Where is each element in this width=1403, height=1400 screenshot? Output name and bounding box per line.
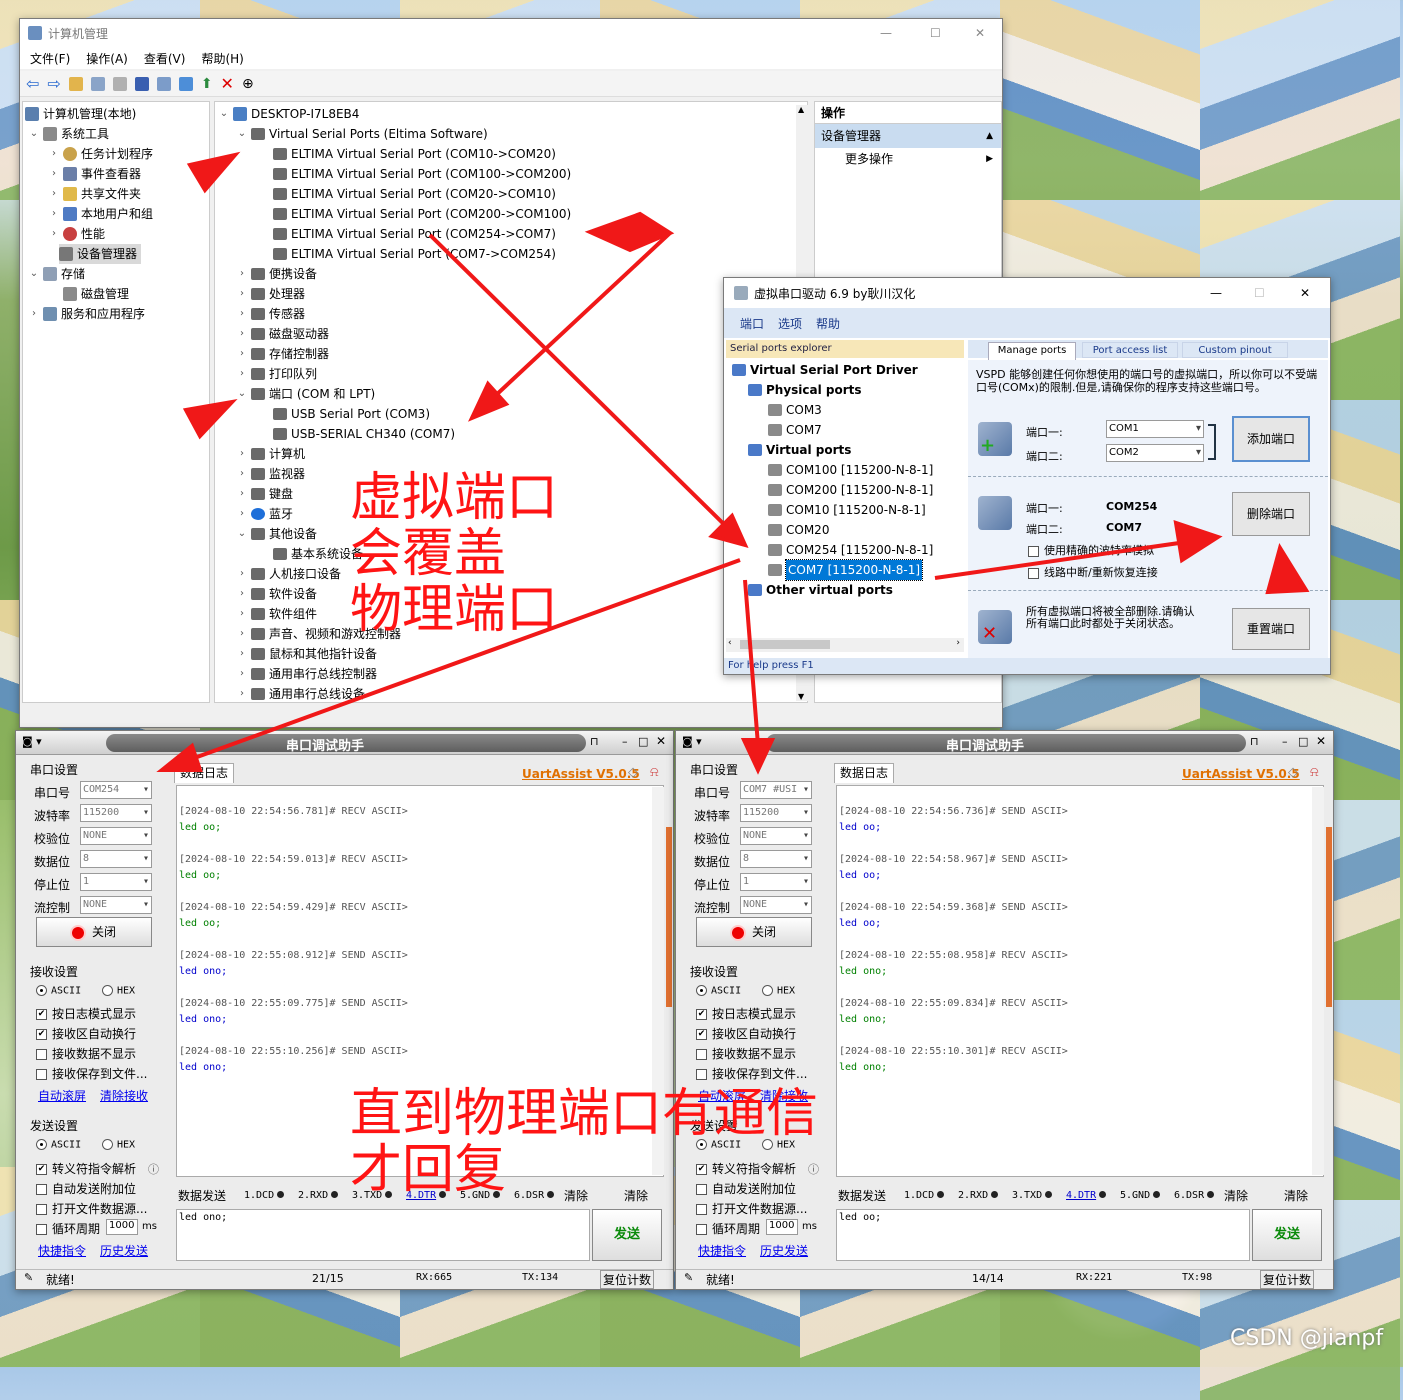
arrowhead — [1265, 543, 1310, 595]
arrow-to-delete — [934, 538, 1201, 580]
arrow-to-ch340 — [478, 231, 672, 412]
arrowhead — [182, 399, 238, 440]
annotation-text-2-line2: 才回复 — [350, 1140, 507, 1200]
arrowhead — [156, 742, 203, 772]
arrowhead — [186, 151, 241, 194]
annotation-text-1-line3: 物理端口 — [350, 580, 559, 640]
annotation-text-1-line2: 会覆盖 — [350, 524, 507, 584]
arrow-to-uart2 — [743, 579, 760, 746]
annotation-arrows — [156, 151, 1310, 775]
arrowhead — [708, 512, 749, 549]
arrowhead — [1173, 520, 1223, 564]
arrowhead — [740, 738, 776, 775]
watermark: CSDN @jianpf — [1230, 1326, 1384, 1351]
annotation-text-2-line1: 直到物理端口有通信 — [350, 1084, 819, 1144]
annotation-text-1-line1: 虚拟端口 — [350, 468, 559, 528]
